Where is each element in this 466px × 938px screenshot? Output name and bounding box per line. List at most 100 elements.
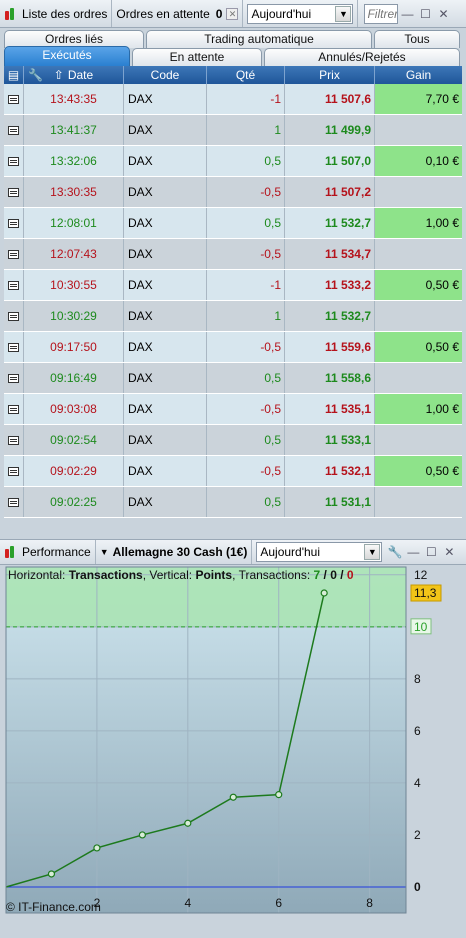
tab-label: Annulés/Rejetés [318, 50, 406, 64]
order-time: 13:41:37 [24, 115, 124, 145]
legend-sep: / [320, 568, 331, 582]
wrench-icon[interactable]: 🔧 [28, 66, 43, 84]
tab-en-attente[interactable]: En attente [132, 48, 262, 66]
last-value-label: 11,3 [414, 586, 437, 600]
order-detail-icon[interactable] [4, 394, 24, 424]
order-detail-icon[interactable] [4, 177, 24, 207]
table-row[interactable]: 13:30:35 DAX -0,5 11 507,2 [4, 177, 462, 208]
series-point [47, 870, 56, 878]
target-label: 10 [414, 620, 428, 634]
order-qty: 0,5 [207, 146, 285, 176]
maximize-icon[interactable]: ☐ [424, 545, 438, 559]
table-row[interactable]: 13:32:06 DAX 0,5 11 507,0 0,10 € [4, 146, 462, 177]
chevron-down-icon[interactable]: ▼ [364, 544, 381, 560]
price-column-header[interactable]: Prix [285, 66, 375, 84]
performance-toolbar: Performance ▼ Allemagne 30 Cash (1€) Auj… [0, 540, 466, 565]
code-column-header[interactable]: Code [124, 66, 207, 84]
minimize-icon[interactable]: — [406, 545, 420, 559]
order-detail-icon[interactable] [4, 487, 24, 517]
order-qty: 0,5 [207, 363, 285, 393]
y-tick-label: 8 [414, 672, 421, 686]
tab-trading-automatique[interactable]: Trading automatique [146, 30, 372, 48]
settings-wrench-icon[interactable]: 🔧 [388, 545, 403, 559]
order-detail-icon[interactable] [4, 425, 24, 455]
order-detail-icon[interactable] [4, 301, 24, 331]
order-gain [375, 239, 462, 269]
order-code: DAX [124, 177, 207, 207]
instrument-dropdown-icon[interactable]: ▼ [100, 547, 109, 557]
y-tick-label: 6 [414, 724, 421, 738]
pending-orders-count: 0 [215, 6, 223, 21]
order-detail-icon[interactable] [4, 239, 24, 269]
order-gain: 1,00 € [375, 394, 462, 424]
chevron-down-icon[interactable]: ▼ [335, 5, 352, 22]
legend-v-value: Points [195, 568, 233, 582]
order-price: 11 558,6 [285, 363, 375, 393]
order-gain: 0,10 € [375, 146, 462, 176]
instrument-segment[interactable]: ▼ Allemagne 30 Cash (1€) [96, 540, 253, 564]
order-price: 11 507,6 [285, 84, 375, 114]
performance-title-segment[interactable]: Performance [0, 540, 96, 564]
table-row[interactable]: 10:30:55 DAX -1 11 533,2 0,50 € [4, 270, 462, 301]
period-value: Aujourd'hui [251, 6, 312, 21]
order-price: 11 533,2 [285, 270, 375, 300]
order-detail-icon[interactable] [4, 332, 24, 362]
order-detail-icon[interactable] [4, 146, 24, 176]
filter-input[interactable] [364, 3, 399, 24]
qty-column-header[interactable]: Qté [207, 66, 285, 84]
perf-period-value: Aujourd'hui [260, 545, 321, 559]
y-tick-label: 4 [414, 776, 421, 790]
order-detail-icon[interactable] [4, 270, 24, 300]
gain-label: Gain [405, 68, 432, 82]
table-row[interactable]: 09:17:50 DAX -0,5 11 559,6 0,50 € [4, 332, 462, 363]
x-tick-label: 8 [366, 896, 373, 910]
order-detail-icon[interactable] [4, 363, 24, 393]
export-icon[interactable]: ▤ [4, 66, 24, 84]
order-qty: 0,5 [207, 425, 285, 455]
table-row[interactable]: 10:30:29 DAX 1 11 532,7 [4, 301, 462, 332]
close-icon[interactable]: ✕ [436, 7, 450, 21]
table-row[interactable]: 13:43:35 DAX -1 11 507,6 7,70 € [4, 84, 462, 115]
table-row[interactable]: 13:41:37 DAX 1 11 499,9 [4, 115, 462, 146]
order-detail-icon[interactable] [4, 115, 24, 145]
perf-period-select[interactable]: Aujourd'hui ▼ [256, 542, 383, 562]
orders-title-segment: Liste des ordres [0, 0, 113, 27]
table-row[interactable]: 09:02:29 DAX -0,5 11 532,1 0,50 € [4, 456, 462, 487]
order-time: 12:08:01 [24, 208, 124, 238]
minimize-icon[interactable]: — [400, 7, 414, 21]
order-price: 11 531,1 [285, 487, 375, 517]
gain-column-header[interactable]: Gain [375, 66, 462, 84]
table-row[interactable]: 12:07:43 DAX -0,5 11 534,7 [4, 239, 462, 270]
series-point [320, 589, 328, 597]
tab-annules-rejetes[interactable]: Annulés/Rejetés [264, 48, 460, 66]
table-row[interactable]: 09:03:08 DAX -0,5 11 535,1 1,00 € [4, 394, 462, 425]
orders-toolbar: Liste des ordres Ordres en attente 0 ✕ A… [0, 0, 466, 28]
y-tick-label: 0 [414, 880, 421, 894]
table-footer [0, 518, 466, 540]
order-code: DAX [124, 115, 207, 145]
pending-orders-label: Ordres en attente [116, 6, 210, 21]
table-row[interactable]: 09:02:25 DAX 0,5 11 531,1 [4, 487, 462, 518]
order-detail-icon[interactable] [4, 208, 24, 238]
order-gain: 7,70 € [375, 84, 462, 114]
order-detail-icon[interactable] [4, 84, 24, 114]
table-row[interactable]: 09:16:49 DAX 0,5 11 558,6 [4, 363, 462, 394]
tab-tous[interactable]: Tous [374, 30, 460, 48]
x-tick-label: 6 [275, 896, 282, 910]
order-time: 09:17:50 [24, 332, 124, 362]
period-select[interactable]: Aujourd'hui ▼ [247, 3, 354, 24]
orders-title: Liste des ordres [22, 6, 108, 21]
pending-orders-segment[interactable]: Ordres en attente 0 ✕ [112, 0, 244, 27]
table-row[interactable]: 12:08:01 DAX 0,5 11 532,7 1,00 € [4, 208, 462, 239]
order-detail-icon[interactable] [4, 456, 24, 486]
close-icon[interactable]: ✕ [442, 545, 456, 559]
tab-executes[interactable]: Exécutés [4, 46, 130, 66]
table-row[interactable]: 09:02:54 DAX 0,5 11 533,1 [4, 425, 462, 456]
order-time: 12:07:43 [24, 239, 124, 269]
order-qty: 0,5 [207, 487, 285, 517]
date-column-header[interactable]: 🔧 ⇧ Date [24, 66, 124, 84]
order-price: 11 532,7 [285, 301, 375, 331]
order-time: 13:32:06 [24, 146, 124, 176]
maximize-icon[interactable]: ☐ [418, 7, 432, 21]
close-pending-icon[interactable]: ✕ [226, 7, 239, 20]
